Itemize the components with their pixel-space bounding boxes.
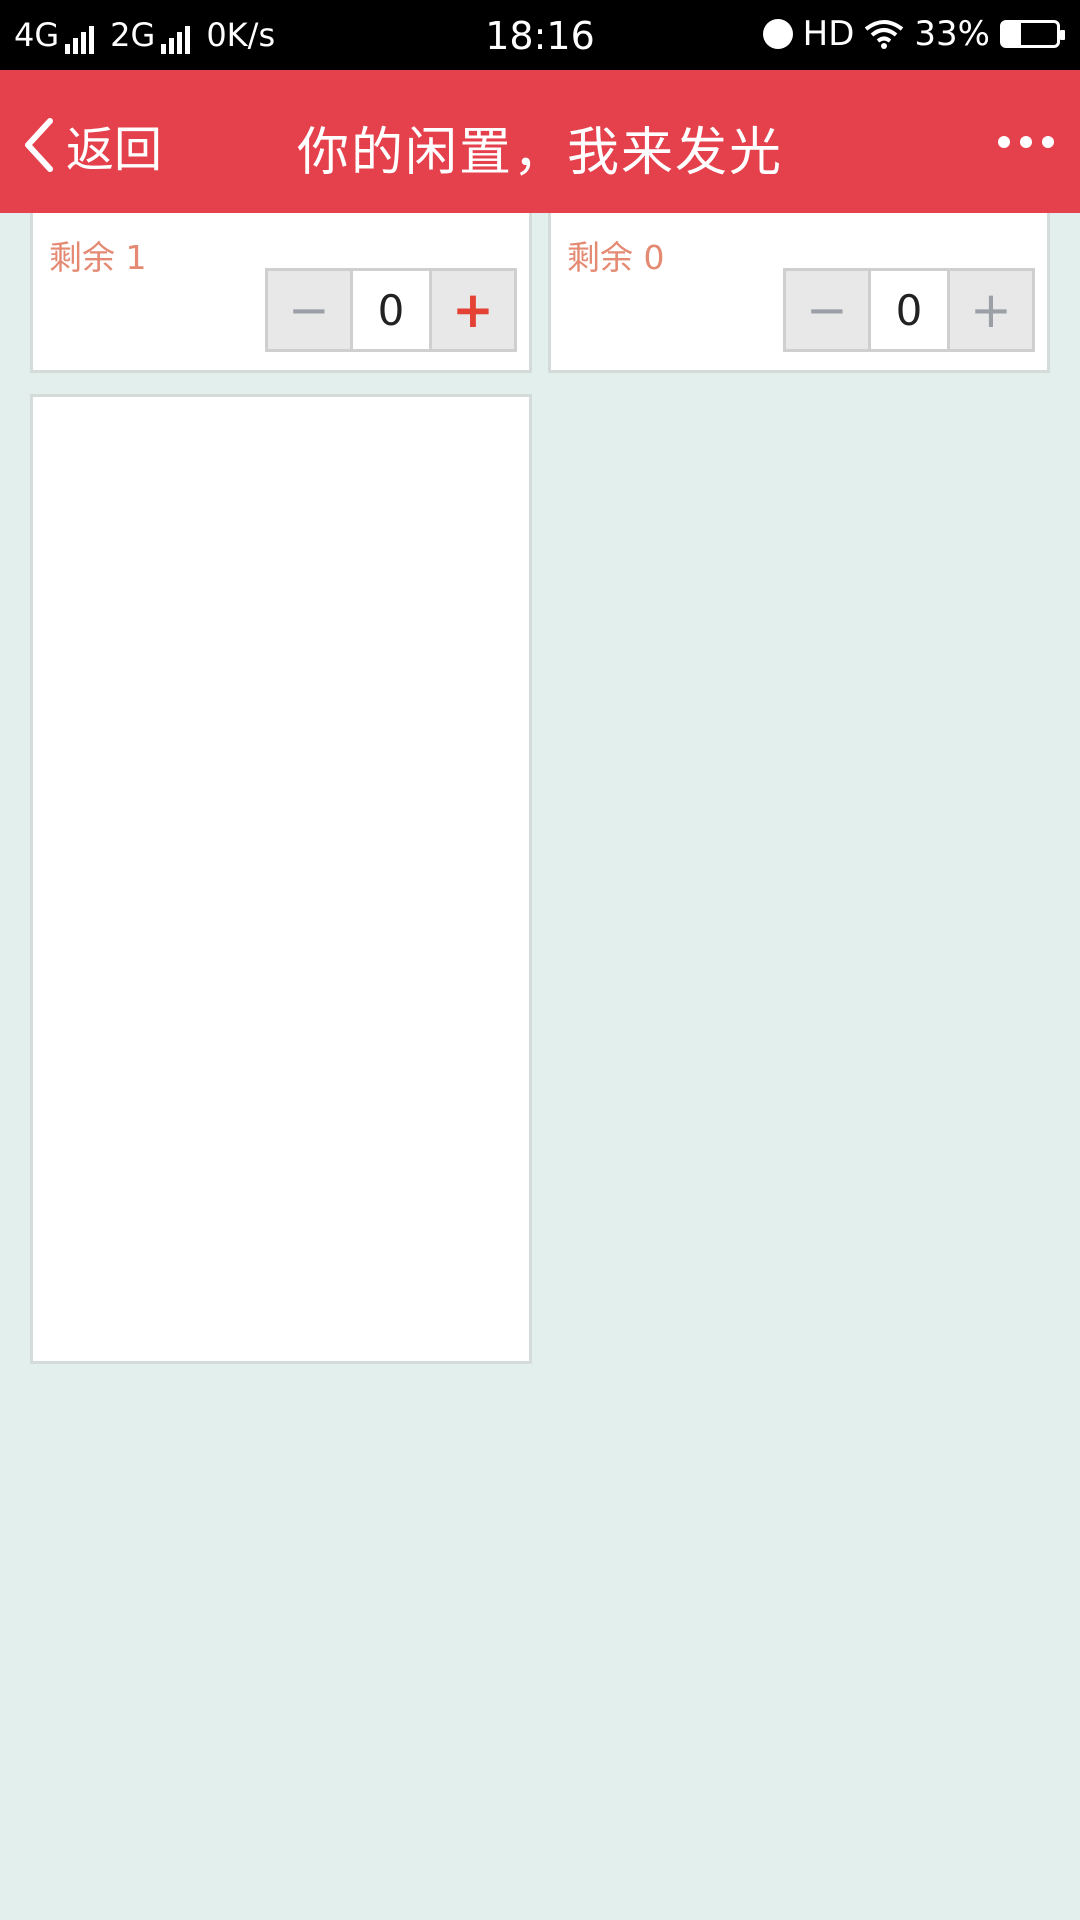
product-card[interactable]: 剩余 1 − 0 + bbox=[30, 213, 532, 373]
more-dot-icon bbox=[998, 136, 1010, 148]
page-title: 你的闲置，我来发光 bbox=[296, 123, 783, 183]
battery-percent: 33% bbox=[914, 14, 990, 54]
battery-level bbox=[1003, 23, 1021, 45]
product-card[interactable]: 剩余 0 − 0 + bbox=[548, 213, 1050, 373]
increment-button[interactable]: + bbox=[950, 271, 1032, 349]
decrement-button[interactable]: − bbox=[786, 271, 868, 349]
hd-indicator: HD bbox=[802, 14, 855, 54]
more-dot-icon bbox=[1042, 136, 1054, 148]
quantity-value[interactable]: 0 bbox=[350, 271, 432, 349]
more-options-button[interactable] bbox=[998, 136, 1054, 148]
increment-button[interactable]: + bbox=[432, 271, 514, 349]
alarm-icon bbox=[762, 19, 793, 49]
quantity-stepper[interactable]: − 0 + bbox=[783, 268, 1035, 352]
product-card[interactable] bbox=[30, 394, 532, 1364]
decrement-button[interactable]: − bbox=[268, 271, 350, 349]
status-bar: 4G 2G 0K/s 18:16 HD 33% bbox=[0, 0, 1080, 70]
app-header: 返回 你的闲置，我来发光 bbox=[0, 70, 1080, 213]
quantity-value[interactable]: 0 bbox=[868, 271, 950, 349]
product-grid[interactable]: 剩余 1 − 0 + 剩余 0 − 0 + bbox=[0, 213, 1080, 1693]
battery-icon bbox=[1000, 20, 1065, 48]
quantity-stepper[interactable]: − 0 + bbox=[265, 268, 517, 352]
more-dot-icon bbox=[1020, 136, 1032, 148]
remaining-stock: 剩余 1 bbox=[49, 238, 147, 277]
wifi-icon bbox=[865, 20, 904, 49]
remaining-stock: 剩余 0 bbox=[567, 238, 665, 277]
system-status: HD 33% bbox=[762, 14, 1065, 54]
